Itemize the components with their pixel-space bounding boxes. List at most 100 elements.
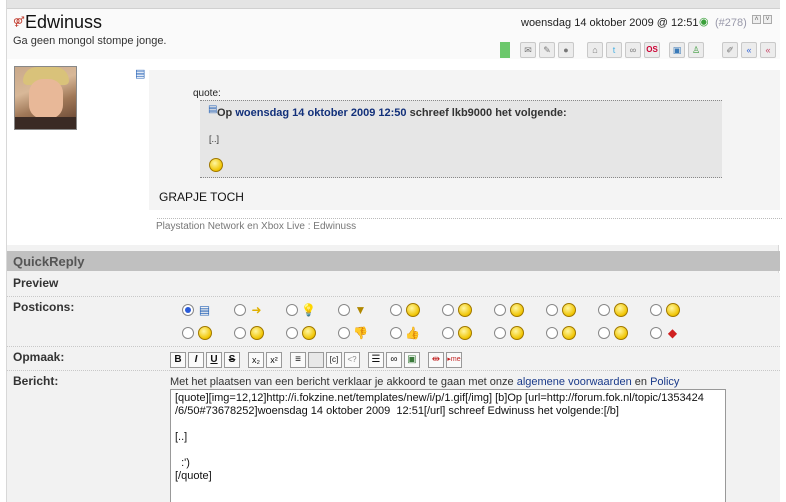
sad-smiley-icon xyxy=(509,326,524,341)
posticon-option[interactable]: ➜ xyxy=(234,302,274,319)
posticon-radio[interactable] xyxy=(234,304,246,316)
preview-label[interactable]: Preview xyxy=(13,276,58,290)
italic-button[interactable]: I xyxy=(188,352,204,368)
user-icon[interactable]: ♙ xyxy=(688,42,704,58)
posticon-radio[interactable] xyxy=(546,304,558,316)
posticon-radio[interactable] xyxy=(286,327,298,339)
edit-icon[interactable]: ✐ xyxy=(722,42,738,58)
posticon-document-icon: ▤ xyxy=(135,68,146,80)
posticon-option[interactable] xyxy=(494,302,534,319)
post-actions-edit: ✐ « « xyxy=(722,42,776,59)
message-textarea[interactable]: [quote][img=12,12]http://i.fokzine.net/t… xyxy=(170,389,726,502)
posticons-label: Posticons: xyxy=(13,300,75,314)
posticon-radio[interactable] xyxy=(234,327,246,339)
code-button[interactable]: [c] xyxy=(326,352,342,368)
posticon-radio[interactable] xyxy=(182,304,194,316)
mail-icon[interactable]: ✉ xyxy=(520,42,536,58)
crazy-smiley-icon xyxy=(613,326,628,341)
preview-row: Preview xyxy=(7,273,780,297)
quote-header: Op woensdag 14 oktober 2009 12:50 schree… xyxy=(217,107,567,119)
posticon-option[interactable] xyxy=(598,302,638,319)
posticon-radio[interactable] xyxy=(598,327,610,339)
os-icon[interactable]: OS xyxy=(644,42,660,58)
posticon-radio[interactable] xyxy=(338,327,350,339)
eye-icon: ◉ xyxy=(699,16,709,28)
posticon-option[interactable]: ▼ xyxy=(338,302,378,319)
username[interactable]: Edwinuss xyxy=(25,12,102,33)
posticon-radio[interactable] xyxy=(650,327,662,339)
expand-icon[interactable]: ˅ xyxy=(763,15,772,24)
html-button[interactable]: <? xyxy=(344,352,360,368)
thumbs-up-icon: 👍 xyxy=(405,326,420,340)
subscript-button[interactable]: x₂ xyxy=(248,352,264,368)
quote-suffix: schreef lkb9000 het volgende: xyxy=(409,107,567,119)
posticon-option[interactable] xyxy=(546,325,586,342)
online-status-bar xyxy=(500,42,510,58)
blank-button[interactable] xyxy=(308,352,324,368)
photo-icon[interactable]: ▣ xyxy=(669,42,685,58)
posticon-option[interactable] xyxy=(182,325,222,342)
posticon-option[interactable] xyxy=(390,302,430,319)
quote-prefix: Op xyxy=(217,107,233,119)
pm-icon[interactable]: ✎ xyxy=(539,42,555,58)
collapse-icon[interactable]: ˄ xyxy=(752,15,761,24)
format-toolbar: B I U S x₂ x² ≡ [c] <? ☰ ∞ ▣ ⇹ ▸me xyxy=(170,352,462,370)
split-icon[interactable]: ⇹ xyxy=(428,352,444,368)
lightbulb-icon: 💡 xyxy=(301,303,316,317)
posticon-radio[interactable] xyxy=(286,304,298,316)
document-icon: ▤ xyxy=(198,303,211,317)
bold-button[interactable]: B xyxy=(170,352,186,368)
twitter-icon[interactable]: t xyxy=(606,42,622,58)
posticon-option[interactable] xyxy=(442,325,482,342)
top-strip xyxy=(7,0,780,9)
post-container: ⚤ Edwinuss Ga geen mongol stompe jonge. … xyxy=(6,0,782,502)
posticon-radio[interactable] xyxy=(442,327,454,339)
surprised-smiley-icon xyxy=(249,326,264,341)
posticon-radio[interactable] xyxy=(546,327,558,339)
post-text: GRAPJE TOCH xyxy=(159,190,244,204)
posticon-radio[interactable] xyxy=(390,327,402,339)
circle-icon[interactable]: ● xyxy=(558,42,574,58)
posticon-option[interactable] xyxy=(494,325,534,342)
gender-icon: ⚤ xyxy=(13,17,25,28)
posticon-option[interactable]: 👎 xyxy=(338,325,378,342)
posticon-radio[interactable] xyxy=(494,327,506,339)
posticon-radio[interactable] xyxy=(598,304,610,316)
cool-smiley-icon xyxy=(457,303,472,318)
posticon-option[interactable] xyxy=(286,325,326,342)
link-icon[interactable]: ∞ xyxy=(386,352,402,368)
align-icon[interactable]: ≡ xyxy=(290,352,306,368)
posticon-option[interactable]: 💡 xyxy=(286,302,326,319)
posticon-radio[interactable] xyxy=(182,327,194,339)
superscript-button[interactable]: x² xyxy=(266,352,282,368)
policy-link[interactable]: Policy xyxy=(650,376,679,388)
home-icon[interactable]: ⌂ xyxy=(587,42,603,58)
signature: Playstation Network en Xbox Live : Edwin… xyxy=(156,221,357,232)
link-icon[interactable]: ∞ xyxy=(625,42,641,58)
posticon-option[interactable] xyxy=(598,325,638,342)
posticon-radio[interactable] xyxy=(390,304,402,316)
quote-date-link[interactable]: woensdag 14 oktober 2009 12:50 xyxy=(235,107,406,119)
image-icon[interactable]: ▣ xyxy=(404,352,420,368)
avatar[interactable] xyxy=(14,66,77,130)
me-icon[interactable]: ▸me xyxy=(446,352,462,368)
posticon-option[interactable]: ◆ xyxy=(650,325,690,342)
quote-icon[interactable]: « xyxy=(741,42,757,58)
posticon-option[interactable] xyxy=(234,325,274,342)
superman-icon: ◆ xyxy=(667,326,678,340)
strike-button[interactable]: S xyxy=(224,352,240,368)
list-icon[interactable]: ☰ xyxy=(368,352,384,368)
posticon-radio[interactable] xyxy=(494,304,506,316)
posticon-option[interactable]: ▤ xyxy=(182,302,222,319)
underline-button[interactable]: U xyxy=(206,352,222,368)
posticon-option[interactable] xyxy=(650,302,690,319)
posticon-radio[interactable] xyxy=(650,304,662,316)
posticon-radio[interactable] xyxy=(442,304,454,316)
posticon-option[interactable] xyxy=(546,302,586,319)
posticon-option[interactable]: 👍 xyxy=(390,325,430,342)
posticon-radio[interactable] xyxy=(338,304,350,316)
terms-link[interactable]: algemene voorwaarden xyxy=(517,376,632,388)
post-number[interactable]: (#278) xyxy=(715,17,747,29)
multiquote-icon[interactable]: « xyxy=(760,42,776,58)
posticon-option[interactable] xyxy=(442,302,482,319)
